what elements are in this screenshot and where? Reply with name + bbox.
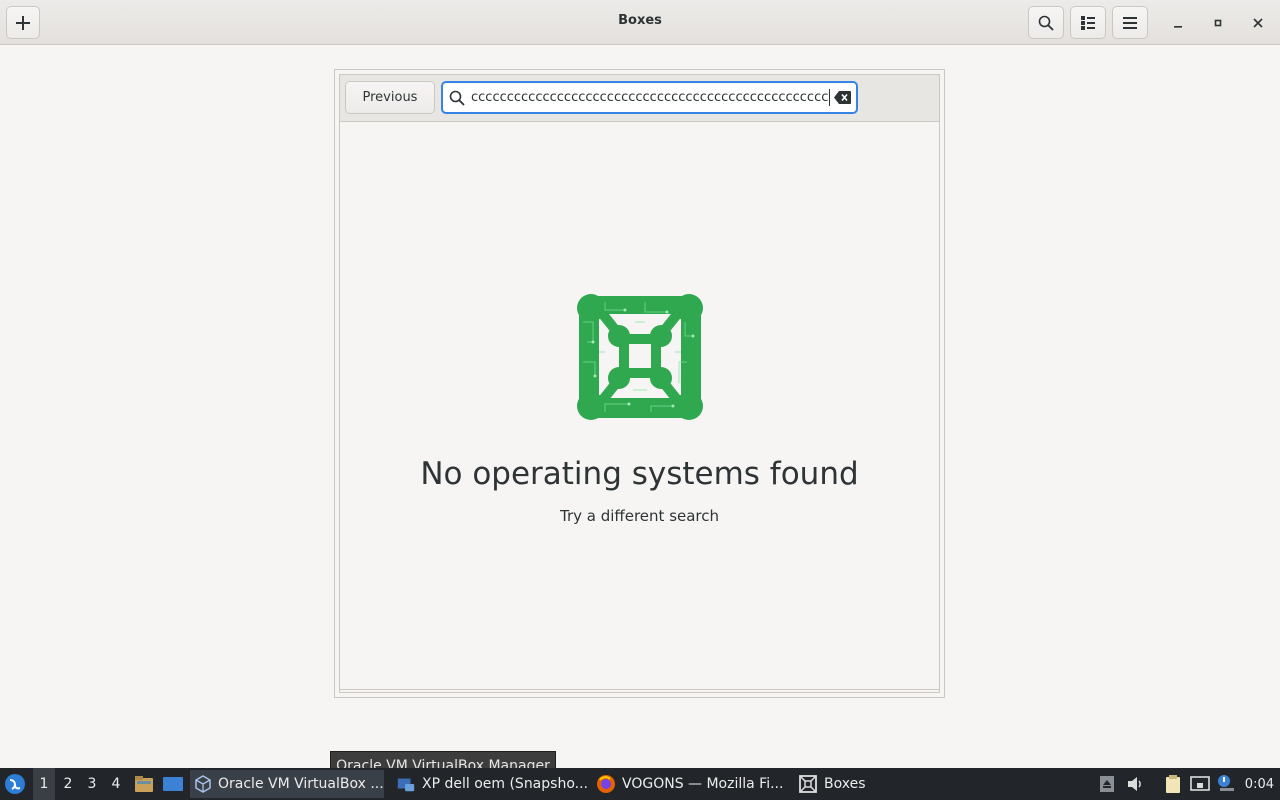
empty-state-area: No operating systems found Try a differe… [340,123,939,692]
divider [340,689,939,690]
minimize-button[interactable] [1167,12,1189,34]
previous-button[interactable]: Previous [345,81,435,114]
workspace-3[interactable]: 3 [81,768,103,800]
empty-state-subtitle: Try a different search [559,507,720,525]
empty-state-title: No operating systems found [420,456,859,492]
taskbar: 1 2 3 4 Oracle VM VirtualBox ... XP dell… [0,768,1280,800]
notifications-tray-button[interactable] [1216,768,1236,800]
workspace-4[interactable]: 4 [105,768,127,800]
speaker-icon [1128,777,1141,791]
task-virtualbox[interactable]: Oracle VM VirtualBox ... [190,770,384,798]
clipboard-tray-button[interactable] [1163,768,1183,800]
task-label: VOGONS — Mozilla Fi... [622,776,784,792]
task-xp-vm[interactable]: XP dell oem (Snapsho... [392,770,588,798]
search-input-value: cccccccccccccccccccccccccccccccccccccccc… [471,90,829,105]
workspace-1[interactable]: 1 [33,768,55,800]
show-desktop-launcher[interactable] [162,768,184,800]
network-icon [1190,776,1210,791]
task-label: Boxes [824,776,866,792]
header-bar: Boxes [0,0,1280,45]
os-selection-dialog: Previous ccccccccccccccccccccccccccccccc… [334,69,945,698]
search-icon [449,90,465,106]
distro-logo-icon [5,774,25,794]
boxes-logo-icon [577,294,703,420]
eject-icon [1100,776,1114,792]
desktop-icon [163,777,183,791]
task-firefox[interactable]: VOGONS — Mozilla Fi... [592,770,788,798]
close-button[interactable] [1247,12,1269,34]
hamburger-menu-icon [1123,16,1137,29]
volume-tray-button[interactable] [1126,768,1144,800]
list-view-icon [1081,15,1095,30]
close-icon [1253,18,1263,28]
task-boxes[interactable]: Boxes [794,770,894,798]
list-view-button[interactable] [1070,6,1106,39]
maximize-button[interactable] [1207,12,1229,34]
start-menu-button[interactable] [4,768,26,800]
text-caret [829,89,830,106]
notification-icon [1218,775,1234,791]
eject-tray-button[interactable] [1099,768,1115,800]
search-input[interactable]: cccccccccccccccccccccccccccccccccccccccc… [441,81,858,114]
search-bar: Previous ccccccccccccccccccccccccccccccc… [340,75,939,122]
clear-search-icon[interactable] [834,89,852,106]
task-label: Oracle VM VirtualBox ... [218,776,384,792]
search-button[interactable] [1028,6,1064,39]
network-tray-button[interactable] [1190,768,1210,800]
minimize-icon [1174,26,1182,28]
search-icon [1038,15,1054,31]
vm-window-icon [397,778,415,792]
clock[interactable]: 0:04 [1245,768,1274,800]
virtualbox-icon [195,775,211,793]
boxes-icon [799,775,817,793]
workspace-2[interactable]: 2 [57,768,79,800]
folder-icon [135,776,153,792]
main-menu-button[interactable] [1112,6,1148,39]
dialog-frame: Previous ccccccccccccccccccccccccccccccc… [339,74,940,693]
task-label: XP dell oem (Snapsho... [421,776,588,792]
firefox-icon [597,775,615,793]
clipboard-icon [1166,775,1180,793]
file-manager-launcher[interactable] [134,768,154,800]
maximize-icon [1214,19,1222,27]
